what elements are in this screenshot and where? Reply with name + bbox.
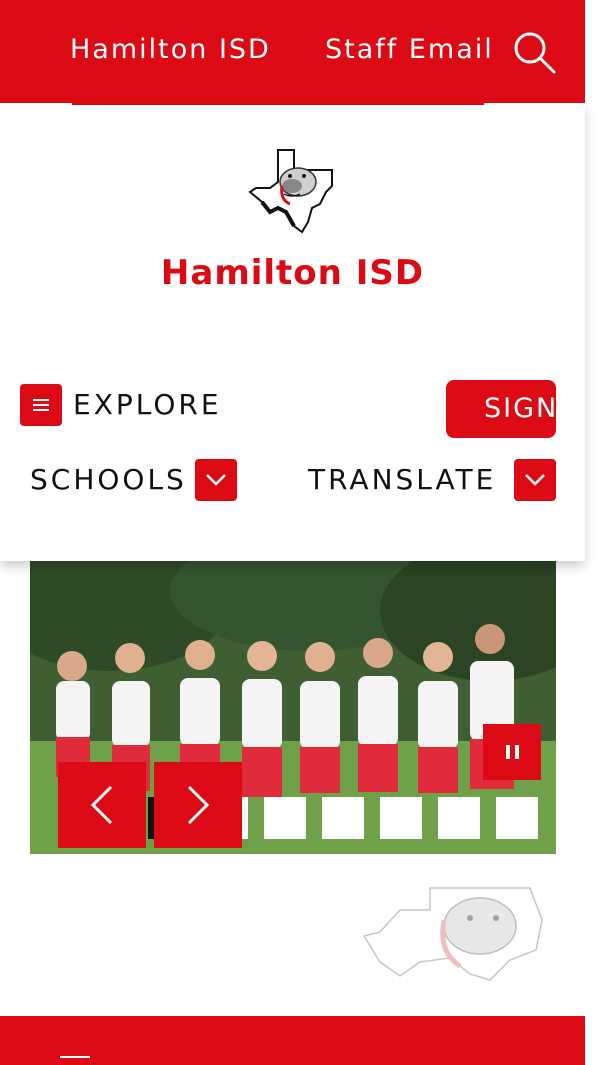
slide-dot[interactable] (322, 797, 364, 839)
sign-in-button[interactable]: SIGN (446, 380, 556, 438)
menu-icon[interactable] (20, 384, 62, 426)
schools-chevron-down-icon[interactable] (195, 459, 237, 501)
translate-chevron-down-icon[interactable] (514, 459, 556, 501)
site-header: Hamilton ISD EXPLORE SIGN SCHOOLS TRANSL… (0, 103, 585, 561)
explore-menu-label[interactable]: EXPLORE (73, 388, 222, 421)
bulldog-watermark (360, 880, 545, 990)
hero-slider (30, 561, 556, 854)
chevron-left-icon[interactable] (58, 762, 146, 848)
translate-dropdown-label[interactable]: TRANSLATE (308, 463, 496, 496)
site-title[interactable]: Hamilton ISD (0, 253, 585, 293)
footer-bar (0, 1016, 585, 1065)
pause-icon[interactable] (483, 724, 541, 780)
slide-dot[interactable] (438, 797, 480, 839)
search-icon[interactable] (510, 28, 560, 78)
sign-in-label: SIGN (484, 393, 556, 424)
district-link[interactable]: Hamilton ISD (70, 34, 271, 65)
bulldog-logo[interactable] (248, 146, 340, 238)
slide-dot[interactable] (380, 797, 422, 839)
chevron-right-icon[interactable] (154, 762, 242, 848)
header-divider (72, 103, 484, 105)
schools-dropdown-label[interactable]: SCHOOLS (30, 463, 187, 496)
slide-dot[interactable] (496, 797, 538, 839)
staff-email-link[interactable]: Staff Email (325, 34, 494, 65)
top-bar: Hamilton ISD Staff Email (0, 0, 585, 103)
footer-content-peek (60, 1056, 90, 1065)
slide-dot[interactable] (264, 797, 306, 839)
